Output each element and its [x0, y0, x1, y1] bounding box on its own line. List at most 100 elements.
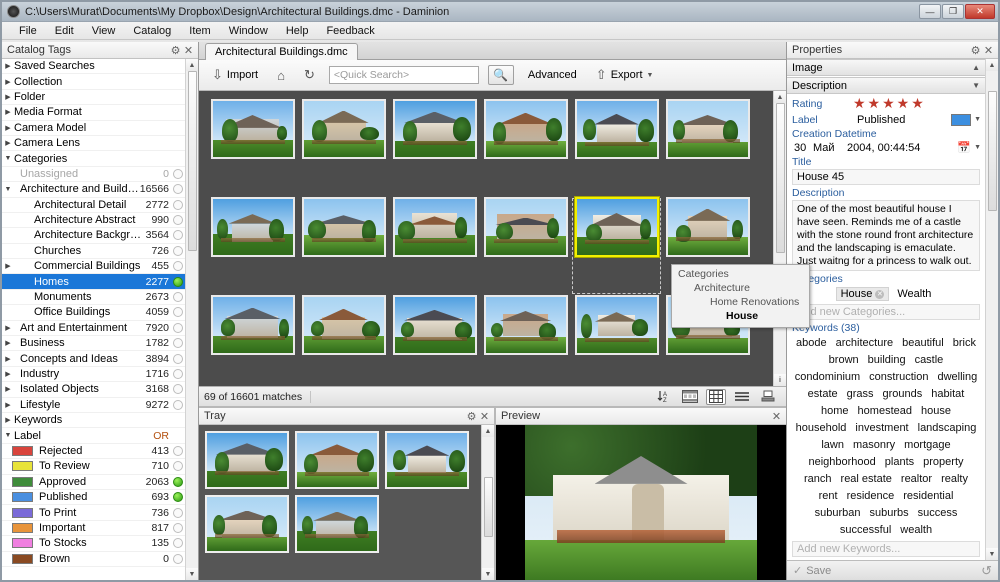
- keyword-tag[interactable]: neighborhood: [808, 455, 875, 469]
- tag-assign-toggle[interactable]: [173, 323, 183, 333]
- catalog-tag-row[interactable]: ▶Commercial Buildings455: [2, 259, 185, 274]
- label-row[interactable]: Brown0: [2, 552, 185, 567]
- thumbnail-image[interactable]: [302, 295, 386, 355]
- scroll-track[interactable]: [186, 71, 198, 568]
- scroll-up-icon[interactable]: ▲: [986, 59, 998, 71]
- scroll-thumb[interactable]: [188, 71, 197, 251]
- keyword-tag[interactable]: architecture: [836, 336, 893, 350]
- keyword-tag[interactable]: home: [821, 404, 849, 418]
- label-assign-toggle[interactable]: [173, 461, 183, 471]
- maximize-button[interactable]: ❐: [942, 4, 964, 19]
- keyword-tag[interactable]: suburbs: [869, 506, 908, 520]
- keyword-tag[interactable]: realtor: [901, 472, 932, 486]
- thumbnail-image[interactable]: [211, 99, 295, 159]
- scroll-thumb[interactable]: [776, 103, 785, 253]
- tag-assign-toggle[interactable]: [173, 400, 183, 410]
- keyword-tag[interactable]: habitat: [931, 387, 964, 401]
- catalog-tag-row[interactable]: ▶Camera Model: [2, 121, 185, 136]
- label-operator-or[interactable]: OR: [153, 430, 183, 442]
- thumbnail-image[interactable]: [302, 197, 386, 257]
- keyword-tag[interactable]: investment: [855, 421, 908, 435]
- chevron-right-icon[interactable]: ▶: [2, 385, 14, 393]
- label-row[interactable]: Rejected413: [2, 444, 185, 459]
- gear-icon[interactable]: ⚙: [969, 44, 982, 57]
- category-chip[interactable]: House✕: [836, 287, 890, 301]
- chevron-down-icon[interactable]: ▼: [971, 116, 981, 123]
- chevron-right-icon[interactable]: ▶: [2, 370, 14, 378]
- catalog-tag-row[interactable]: Monuments2673: [2, 290, 185, 305]
- scroll-up-icon[interactable]: ▲: [186, 59, 198, 71]
- scroll-down-icon[interactable]: ▼: [986, 548, 998, 560]
- label-value[interactable]: Published: [853, 114, 951, 126]
- tag-assign-toggle[interactable]: [173, 215, 183, 225]
- close-icon[interactable]: ✕: [182, 44, 195, 57]
- keyword-tag[interactable]: residential: [903, 489, 953, 503]
- chevron-right-icon[interactable]: ▶: [2, 139, 14, 147]
- description-input[interactable]: One of the most beautiful house I have s…: [792, 200, 980, 271]
- keyword-tag[interactable]: ranch: [804, 472, 832, 486]
- scroll-track[interactable]: [774, 103, 786, 374]
- category-chip[interactable]: Wealth: [892, 287, 936, 301]
- thumbnail-cell[interactable]: [389, 295, 480, 393]
- label-section-header[interactable]: ▼LabelOR: [2, 428, 185, 443]
- chevron-right-icon[interactable]: ▶: [2, 401, 14, 409]
- chevron-down-icon[interactable]: ▼: [2, 186, 14, 193]
- keyword-tag[interactable]: suburban: [815, 506, 861, 520]
- menu-item-file[interactable]: File: [10, 24, 46, 38]
- tag-assign-toggle[interactable]: [173, 292, 183, 302]
- gear-icon[interactable]: ⚙: [169, 44, 182, 57]
- keyword-tag[interactable]: household: [796, 421, 847, 435]
- scroll-track[interactable]: [986, 71, 998, 548]
- catalog-tags-scrollbar[interactable]: ▲ ▼: [185, 59, 198, 580]
- tag-assign-toggle[interactable]: [173, 200, 183, 210]
- chevron-down-icon[interactable]: ▼: [2, 432, 14, 439]
- thumbnail-image[interactable]: [575, 295, 659, 355]
- catalog-tag-row[interactable]: ▼Categories: [2, 151, 185, 166]
- tray-thumbnail[interactable]: [295, 431, 379, 489]
- catalog-tag-row[interactable]: ▶Saved Searches: [2, 59, 185, 74]
- keyword-tag[interactable]: real estate: [841, 472, 892, 486]
- rating-stars[interactable]: ★★★★★: [853, 95, 926, 112]
- keyword-tag[interactable]: building: [868, 353, 906, 367]
- catalog-tag-row[interactable]: ▶Lifestyle9272: [2, 398, 185, 413]
- chevron-down-icon[interactable]: ▼: [971, 144, 981, 151]
- preview-image-area[interactable]: [496, 425, 786, 580]
- refresh-button[interactable]: ↻: [299, 64, 320, 86]
- scroll-thumb[interactable]: [484, 477, 493, 537]
- thumbnail-cell[interactable]: [480, 99, 571, 197]
- catalog-tag-row[interactable]: Architecture Abstract990: [2, 213, 185, 228]
- thumbnail-cell[interactable]: [207, 99, 298, 197]
- tag-assign-toggle[interactable]: [173, 169, 183, 179]
- properties-scrollbar[interactable]: ▲ ▼: [985, 59, 998, 560]
- chevron-right-icon[interactable]: ▶: [2, 108, 14, 116]
- label-assign-toggle[interactable]: [173, 554, 183, 564]
- keyword-tag[interactable]: rent: [819, 489, 838, 503]
- chevron-right-icon[interactable]: ▶: [2, 324, 14, 332]
- catalog-tag-row[interactable]: ▶Media Format: [2, 105, 185, 120]
- minimize-button[interactable]: —: [919, 4, 941, 19]
- title-input[interactable]: House 45: [792, 169, 980, 185]
- keyword-tag[interactable]: condominium: [795, 370, 860, 384]
- advanced-search-button[interactable]: Advanced: [523, 66, 582, 84]
- keyword-tag[interactable]: homestead: [858, 404, 912, 418]
- thumbnail-cell[interactable]: [571, 295, 662, 393]
- remove-chip-icon[interactable]: ✕: [875, 290, 884, 299]
- thumbnail-image[interactable]: [211, 197, 295, 257]
- catalog-tag-row[interactable]: ▶Folder: [2, 90, 185, 105]
- catalog-tag-row[interactable]: ▶Business1782: [2, 336, 185, 351]
- menu-item-catalog[interactable]: Catalog: [124, 24, 180, 38]
- keyword-tag[interactable]: abode: [796, 336, 827, 350]
- tag-assign-toggle[interactable]: [173, 230, 183, 240]
- tag-assign-toggle[interactable]: [173, 246, 183, 256]
- tag-assign-toggle[interactable]: [173, 261, 183, 271]
- chevron-right-icon[interactable]: ▶: [2, 416, 14, 424]
- datetime-day[interactable]: 30: [791, 142, 813, 154]
- keyword-tag[interactable]: plants: [885, 455, 914, 469]
- tray-scrollbar[interactable]: ▲ ▼: [481, 425, 494, 580]
- keyword-tag[interactable]: lawn: [821, 438, 844, 452]
- thumbnail-cell[interactable]: [207, 295, 298, 393]
- tray-thumbnail[interactable]: [385, 431, 469, 489]
- keyword-tag[interactable]: construction: [869, 370, 928, 384]
- tray-thumbnail[interactable]: [205, 495, 289, 553]
- thumbnail-cell[interactable]: [207, 197, 298, 295]
